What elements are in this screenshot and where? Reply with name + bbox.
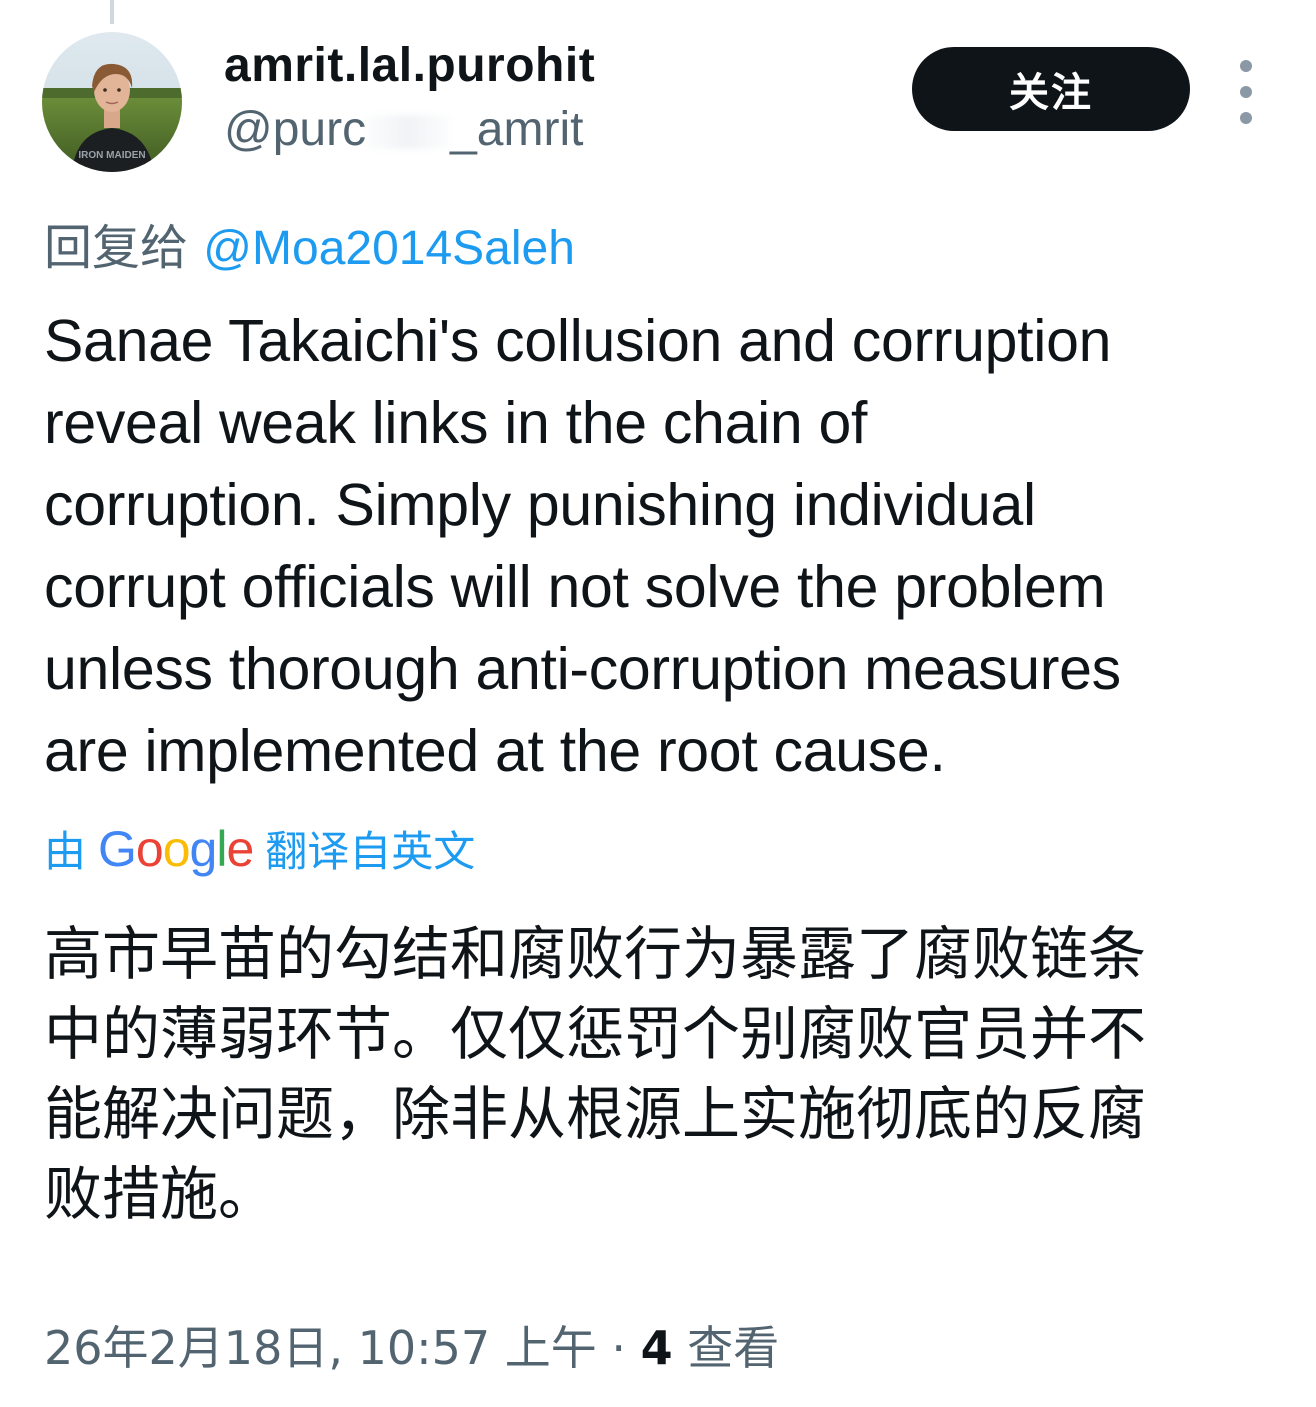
tweet-line: corruption. Simply punishing individual <box>44 472 1036 538</box>
author-handle[interactable]: @purc _amrit <box>224 102 583 157</box>
more-dot <box>1240 112 1252 124</box>
timestamp[interactable]: 26年2月18日, 10:57 上午 <box>44 1321 597 1375</box>
svg-text:IRON MAIDEN: IRON MAIDEN <box>78 150 145 161</box>
translated-body: 高市早苗的勾结和腐败行为暴露了腐败链条 中的薄弱环节。仅仅惩罚个别腐败官员并不 … <box>44 914 1284 1234</box>
thread-connector-line <box>110 0 114 24</box>
redacted-blur <box>366 115 451 149</box>
translated-by-suffix: 翻译自英文 <box>265 827 476 876</box>
handle-end: _amrit <box>450 103 584 156</box>
views-count: 4 <box>640 1321 673 1375</box>
tweet-body: Sanae Takaichi's collusion and corruptio… <box>44 300 1284 792</box>
tweet-line: corrupt officials will not solve the pro… <box>44 554 1106 620</box>
tweet-line: Sanae Takaichi's collusion and corruptio… <box>44 308 1112 374</box>
tweet-line: unless thorough anti-corruption measures <box>44 636 1121 702</box>
more-dot <box>1240 60 1252 72</box>
meta-separator: · <box>596 1321 641 1375</box>
handle-start: @purc <box>224 103 367 156</box>
follow-button[interactable]: 关注 <box>912 47 1190 131</box>
tweet-meta: 26年2月18日, 10:57 上午 · 4 查看 <box>44 1312 779 1378</box>
reply-prefix: 回复给 <box>44 220 189 276</box>
more-vertical-icon[interactable] <box>1224 60 1268 124</box>
tweet-line: are implemented at the root cause. <box>44 718 946 784</box>
translated-line: 高市早苗的勾结和腐败行为暴露了腐败链条 <box>44 920 1147 988</box>
reply-mention-link[interactable]: @Moa2014Saleh <box>203 222 575 275</box>
tweet-line: reveal weak links in the chain of <box>44 390 868 456</box>
avatar[interactable]: IRON MAIDEN <box>42 32 182 172</box>
google-logo: Google <box>98 820 254 877</box>
translated-line: 败措施。 <box>44 1160 277 1228</box>
translated-line: 中的薄弱环节。仅仅惩罚个别腐败官员并不 <box>44 1000 1147 1068</box>
translated-by-link[interactable]: 由 Google 翻译自英文 <box>44 818 475 879</box>
avatar-photo: IRON MAIDEN <box>42 32 182 172</box>
translated-line: 能解决问题，除非从根源上实施彻底的反腐 <box>44 1080 1147 1148</box>
translated-by-prefix: 由 <box>44 827 87 876</box>
more-dot <box>1240 86 1252 98</box>
views-label: 查看 <box>672 1321 780 1375</box>
replying-to: 回复给 @Moa2014Saleh <box>44 208 575 278</box>
author-display-name[interactable]: amrit.lal.purohit <box>224 38 595 93</box>
